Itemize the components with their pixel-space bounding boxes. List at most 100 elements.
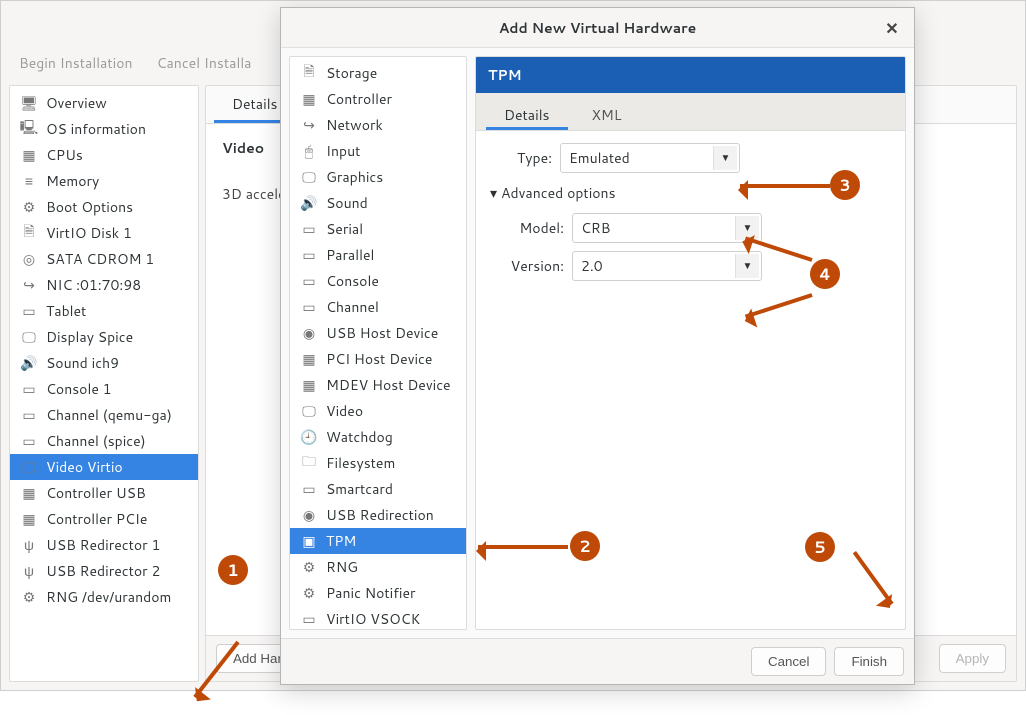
hw-type-item[interactable]: 🖵 Video [290,398,466,424]
hw-type-item[interactable]: 🕘 Watchdog [290,424,466,450]
sidebar-item-label: RNG /dev/urandom [46,587,171,607]
sidebar-item[interactable]: ↪NIC :01:70:98 [10,272,198,298]
device-icon: ψ [20,562,38,580]
hw-type-icon: ▭ [300,220,318,238]
sidebar-item-label: Sound ich9 [46,353,119,373]
select-model-value: CRB [581,218,610,238]
sidebar-item[interactable]: 🖥Overview [10,90,198,116]
hw-type-item[interactable]: ▭Parallel [290,242,466,268]
sidebar-item[interactable]: ◎SATA CDROM 1 [10,246,198,272]
hw-type-icon: ▭ [300,298,318,316]
hw-type-item[interactable]: 🗎Storage [290,60,466,86]
sidebar-item[interactable]: ▦ Controller PCIe [10,506,198,532]
sidebar-item[interactable]: ▭Channel (spice) [10,428,198,454]
hw-type-label: Watchdog [326,427,393,447]
close-icon[interactable]: ✕ [880,16,904,40]
device-icon: 🗎 [20,224,38,242]
device-icon: ▭ [20,380,38,398]
select-version[interactable]: 2.0 ▼ [572,251,762,281]
sidebar-item-label: CPUs [46,145,83,165]
sidebar-item-label: VirtIO Disk 1 [46,223,132,243]
sidebar-item-label: Channel (qemu-ga) [46,405,172,425]
hw-type-item[interactable]: 🔊Sound [290,190,466,216]
hw-type-label: PCI Host Device [326,349,432,369]
add-hardware-dialog: Add New Virtual Hardware ✕ 🗎Storage▦Cont… [280,7,915,685]
hw-type-icon: ▭ [300,246,318,264]
device-icon: 🖳 [20,120,38,138]
hw-type-label: Channel [326,297,379,317]
sidebar-item[interactable]: 🖵Display Spice [10,324,198,350]
hw-type-item[interactable]: ▭VirtIO VSOCK [290,606,466,630]
annotation-badge-1: 1 [218,555,248,585]
hw-type-item[interactable]: ▭Console [290,268,466,294]
tab-tpm-xml[interactable]: XML [574,99,640,130]
sidebar-item[interactable]: ▭Console 1 [10,376,198,402]
hw-type-item[interactable]: ◉ USB Host Device [290,320,466,346]
sidebar-item[interactable]: ▦CPUs [10,142,198,168]
hw-type-item[interactable]: ⚙Panic Notifier [290,580,466,606]
hw-type-item[interactable]: ▭ Channel [290,294,466,320]
hw-type-label: Controller [326,89,392,109]
select-type[interactable]: Emulated ▼ [560,143,740,173]
sidebar-item[interactable]: 🔊 Sound ich9 [10,350,198,376]
hw-type-icon: 🕘 [300,428,318,446]
annotation-badge-3: 3 [830,170,860,200]
tab-tpm-details[interactable]: Details [486,99,568,130]
sidebar-item-label: Video Virtio [46,457,123,477]
finish-button[interactable]: Finish [834,647,904,676]
sidebar-item[interactable]: ψUSB Redirector 1 [10,532,198,558]
sidebar-item-label: NIC :01:70:98 [46,275,141,295]
device-sidebar[interactable]: 🖥Overview🖳OS information▦CPUs≡Memory⚙Boo… [9,85,199,682]
sidebar-item[interactable]: ≡Memory [10,168,198,194]
device-icon: ▦ [20,510,38,528]
device-icon: ⚙ [20,588,38,606]
sidebar-item[interactable]: 🗎 VirtIO Disk 1 [10,220,198,246]
annotation-arrow-2 [478,545,568,549]
sidebar-item[interactable]: ⚙ Boot Options [10,194,198,220]
hw-type-item[interactable]: ▦Controller [290,86,466,112]
sidebar-item[interactable]: ▦Controller USB [10,480,198,506]
sidebar-item[interactable]: ▭Channel (qemu-ga) [10,402,198,428]
sidebar-item[interactable]: ψUSB Redirector 2 [10,558,198,584]
hw-type-item[interactable]: ▦MDEV Host Device [290,372,466,398]
begin-install-button[interactable]: Begin Installation [19,53,133,73]
annotation-arrow-3 [740,184,830,188]
cancel-install-button[interactable]: Cancel Installa [157,53,252,73]
hw-type-item[interactable]: ▭ Smartcard [290,476,466,502]
hw-type-item[interactable]: ↪Network [290,112,466,138]
hw-type-item[interactable]: ▦PCI Host Device [290,346,466,372]
hardware-type-list[interactable]: 🗎Storage▦Controller↪Network🖱Input🖵Graphi… [289,56,467,630]
sidebar-item[interactable]: 🖳OS information [10,116,198,142]
hw-type-icon: 🖵 [300,402,318,420]
hw-type-item[interactable]: 🖵Graphics [290,164,466,190]
row-model: Model: CRB ▼ [502,213,891,243]
select-type-value: Emulated [569,148,630,168]
hw-type-item[interactable]: ▣TPM [290,528,466,554]
sidebar-item[interactable]: ▭Tablet [10,298,198,324]
sidebar-item-label: USB Redirector 1 [46,535,160,555]
sidebar-item-label: Controller PCIe [46,509,147,529]
device-icon: ⚙ [20,198,38,216]
cancel-button[interactable]: Cancel [751,647,827,676]
hw-type-label: Video [326,401,363,421]
annotation-badge-4: 4 [810,259,840,289]
sidebar-item[interactable]: ⚙ RNG /dev/urandom [10,584,198,610]
hw-type-item[interactable]: ▭Serial [290,216,466,242]
apply-button[interactable]: Apply [939,644,1006,673]
hw-type-item[interactable]: 🖱Input [290,138,466,164]
hw-type-icon: ◉ [300,506,318,524]
hw-type-icon: ◉ [300,324,318,342]
hw-type-item[interactable]: 🗀Filesystem [290,450,466,476]
device-icon: 🔊 [20,354,38,372]
sidebar-item-label: Boot Options [46,197,133,217]
hw-type-icon: ▭ [300,480,318,498]
hw-type-label: USB Host Device [326,323,438,343]
sidebar-item[interactable]: 🖵Video Virtio [10,454,198,480]
hw-type-icon: ⚙ [300,558,318,576]
hw-type-item[interactable]: ⚙RNG [290,554,466,580]
chevron-down-icon: ▼ [735,254,759,278]
hw-type-icon: 🖱 [300,142,318,160]
pane-header: TPM [476,57,905,93]
hw-type-label: Smartcard [326,479,393,499]
hw-type-item[interactable]: ◉USB Redirection [290,502,466,528]
